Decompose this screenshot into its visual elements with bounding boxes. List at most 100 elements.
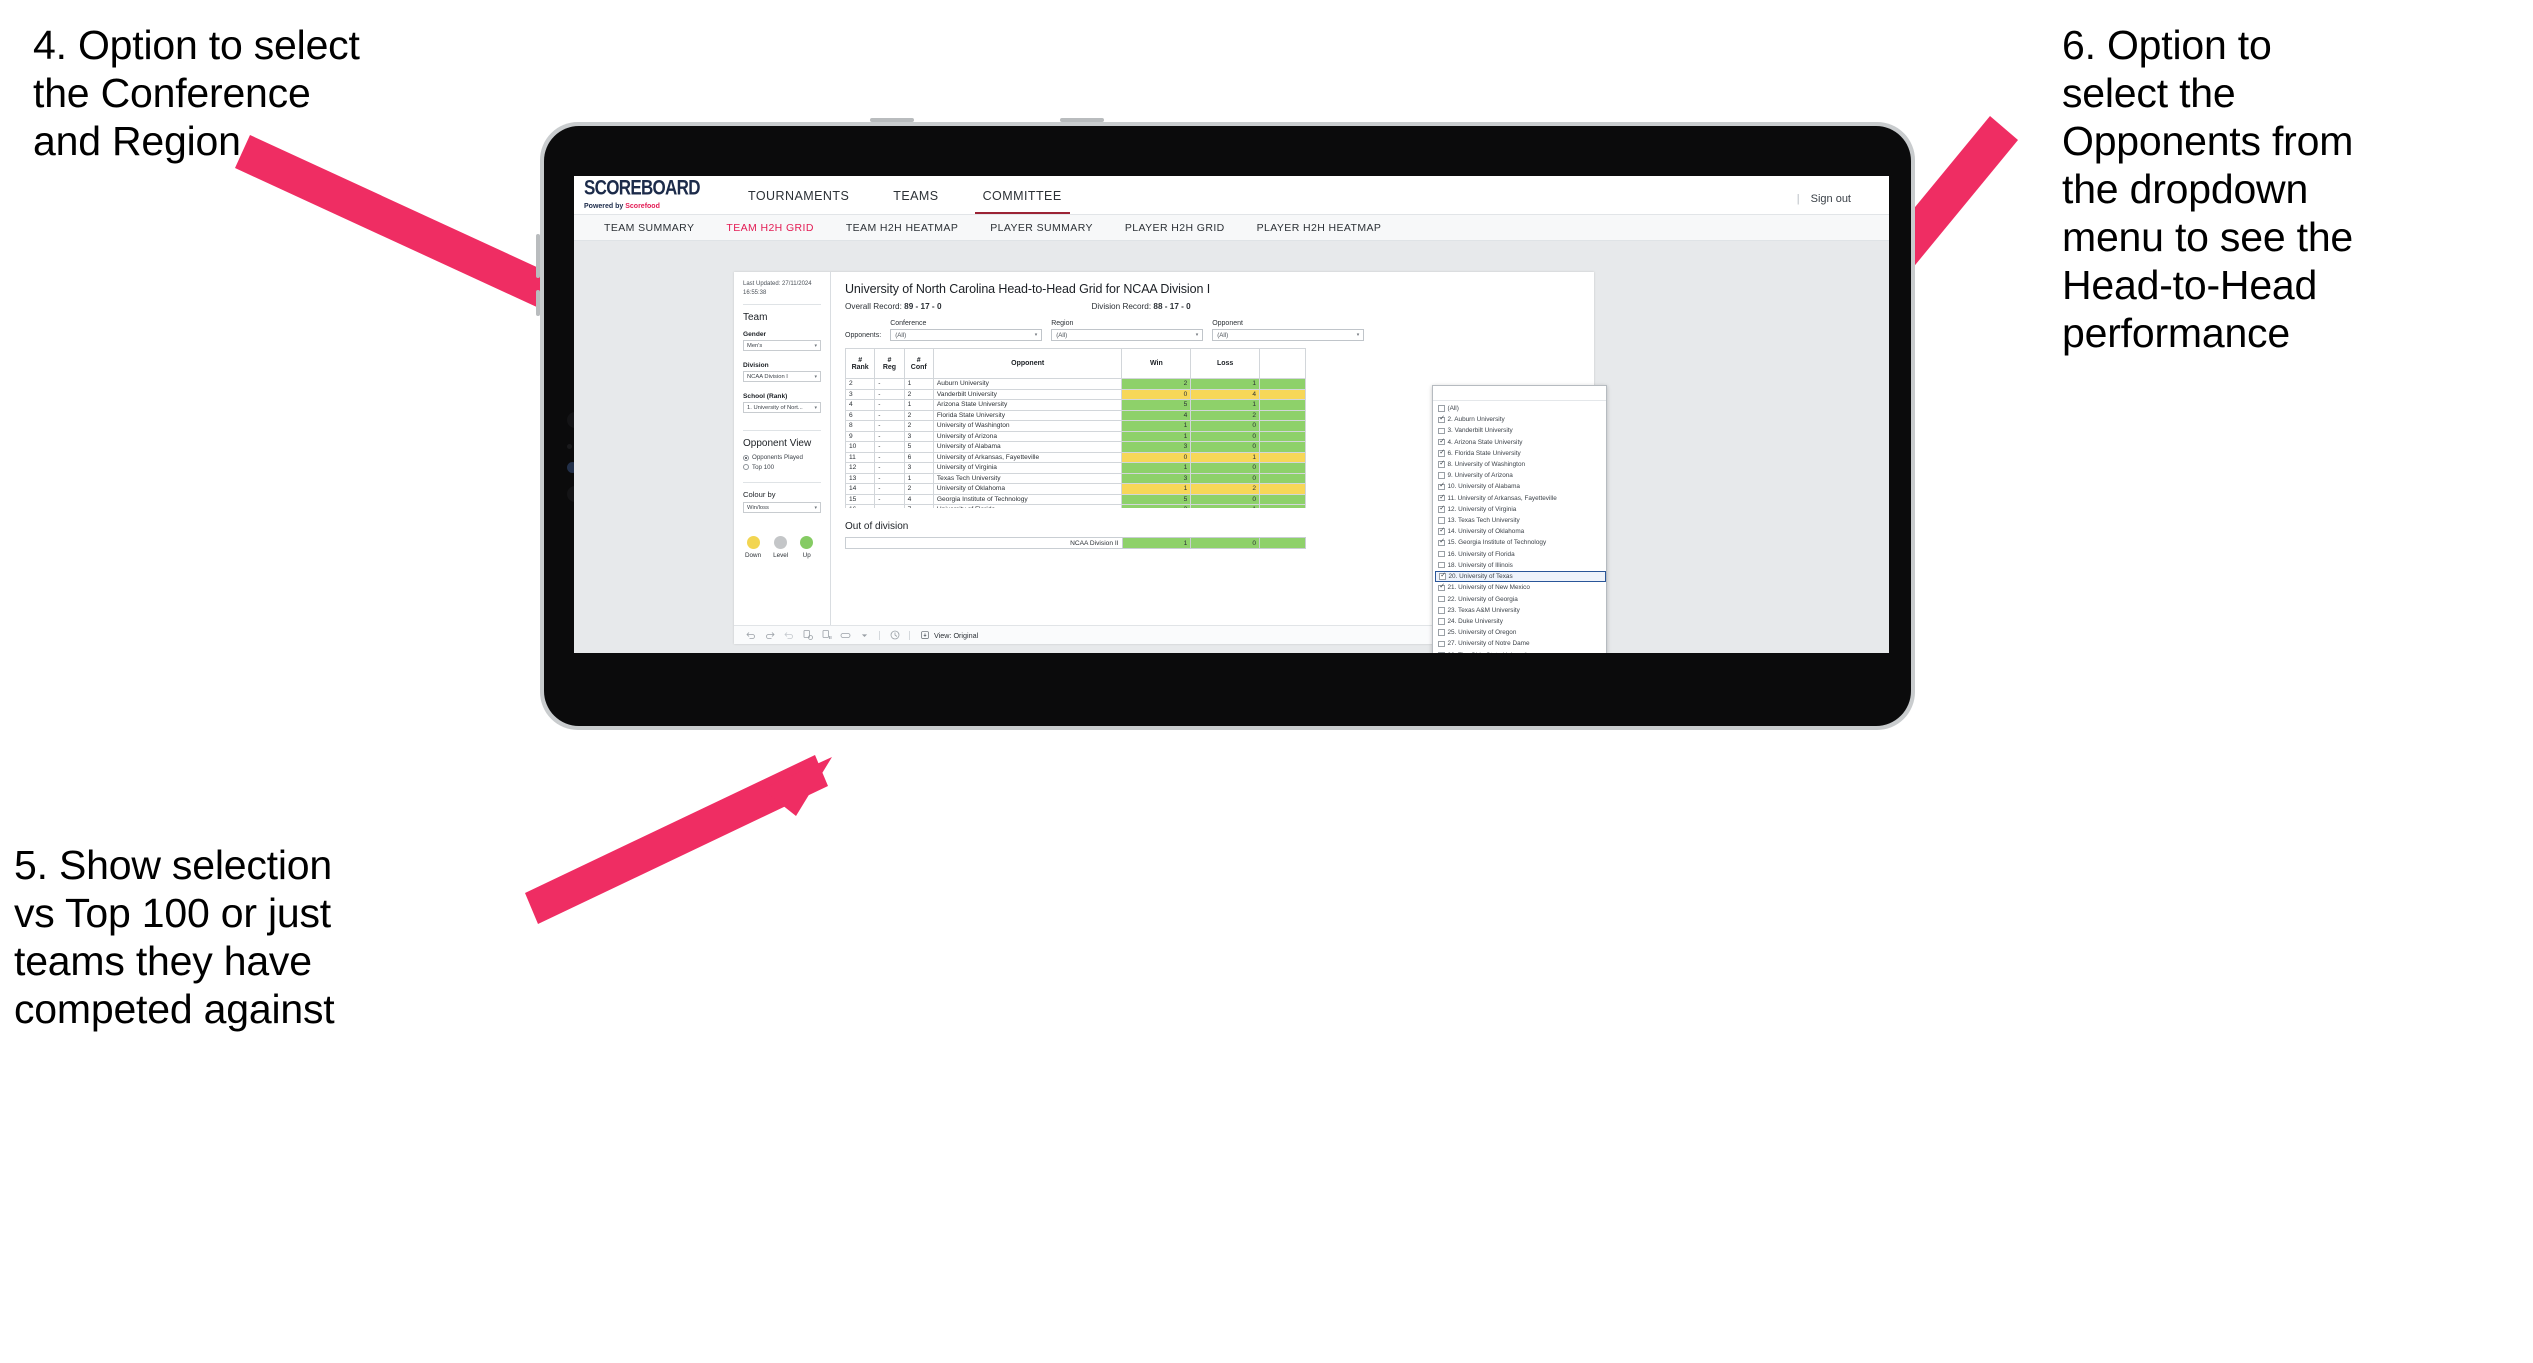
dropdown-option[interactable]: 14. University of Oklahoma xyxy=(1435,526,1606,537)
dropdown-option-list[interactable]: (All) 2. Auburn University 3. Vanderbilt U… xyxy=(1433,401,1606,653)
gender-select[interactable]: Men's ▾ xyxy=(743,340,821,352)
checkbox-unchecked-icon[interactable] xyxy=(1438,517,1445,524)
dropdown-search-input[interactable] xyxy=(1433,386,1606,401)
radio-opponents-played[interactable]: Opponents Played xyxy=(743,454,821,461)
subnav-player-h2h-heatmap[interactable]: PLAYER H2H HEATMAP xyxy=(1241,222,1398,234)
table-row[interactable]: 12-3 University of Virginia 1 0 xyxy=(845,462,1306,474)
checkbox-unchecked-icon[interactable] xyxy=(1438,629,1445,636)
dropdown-option[interactable]: 20. University of Texas xyxy=(1435,570,1606,583)
dropdown-option[interactable]: 15. Georgia Institute of Technology xyxy=(1435,537,1606,548)
history-clock-icon[interactable] xyxy=(885,626,904,645)
subnav-team-h2h-heatmap[interactable]: TEAM H2H HEATMAP xyxy=(830,222,974,234)
region-select[interactable]: (All) ▾ xyxy=(1051,329,1204,341)
refresh-data-icon[interactable] xyxy=(798,626,817,645)
dropdown-option[interactable]: 11. University of Arkansas, Fayetteville xyxy=(1435,493,1606,504)
opponent-select[interactable]: (All) ▾ xyxy=(1212,329,1365,341)
dropdown-option[interactable]: 6. Florida State University xyxy=(1435,448,1606,459)
view-original-button[interactable]: View: Original xyxy=(920,630,978,640)
table-row[interactable]: 6-2 Florida State University 4 2 xyxy=(845,409,1306,421)
checkbox-checked-icon[interactable] xyxy=(1438,460,1445,468)
checkbox-checked-icon[interactable] xyxy=(1438,415,1445,424)
subnav-player-h2h-grid[interactable]: PLAYER H2H GRID xyxy=(1109,222,1241,234)
dropdown-option[interactable]: 3. Vanderbilt University xyxy=(1435,425,1606,436)
volume-up-button[interactable] xyxy=(536,234,540,278)
table-row[interactable]: 8-2 University of Washington 1 0 xyxy=(845,420,1306,432)
undo-icon[interactable] xyxy=(741,626,760,645)
checkbox-checked-icon[interactable] xyxy=(1438,494,1445,502)
dropdown-option[interactable]: 10. University of Alabama xyxy=(1435,481,1606,492)
cell-reg: - xyxy=(874,388,905,400)
checkbox-unchecked-icon[interactable] xyxy=(1438,618,1445,625)
checkbox-checked-icon[interactable] xyxy=(1438,584,1445,592)
dropdown-option[interactable]: 24. Duke University xyxy=(1435,616,1606,627)
conference-select[interactable]: (All) ▾ xyxy=(890,329,1043,341)
table-row[interactable]: 4-1 Arizona State University 5 1 xyxy=(845,399,1306,411)
dropdown-option[interactable]: 25. University of Oregon xyxy=(1435,627,1606,638)
checkbox-unchecked-icon[interactable] xyxy=(1438,472,1445,479)
subnav-team-h2h-grid[interactable]: TEAM H2H GRID xyxy=(710,222,829,234)
revert-icon[interactable] xyxy=(779,626,798,645)
table-row[interactable]: 15-4 Georgia Institute of Technology 5 0 xyxy=(845,493,1306,505)
redo-icon[interactable] xyxy=(760,626,779,645)
dropdown-option[interactable]: 23. Texas A&M University xyxy=(1435,605,1606,616)
pause-auto-update-icon[interactable] xyxy=(817,626,836,645)
dropdown-option[interactable]: 18. University of Illinois xyxy=(1435,560,1606,571)
checkbox-checked-icon[interactable] xyxy=(1438,505,1445,513)
sign-out-link[interactable]: Sign out xyxy=(1811,193,1851,205)
table-row[interactable]: 10-5 University of Alabama 3 0 xyxy=(845,441,1306,453)
table-row[interactable]: 9-3 University of Arizona 1 0 xyxy=(845,430,1306,442)
share-icon[interactable] xyxy=(836,626,855,645)
dropdown-option[interactable]: 4. Arizona State University xyxy=(1435,437,1606,448)
dropdown-option[interactable]: 27. University of Notre Dame xyxy=(1435,638,1606,649)
dropdown-option[interactable]: 8. University of Washington xyxy=(1435,459,1606,470)
checkbox-checked-icon[interactable] xyxy=(1438,483,1445,491)
checkbox-checked-icon[interactable] xyxy=(1438,538,1445,547)
table-row[interactable]: 3-2 Vanderbilt University 0 4 xyxy=(845,388,1306,400)
checkbox-unchecked-icon[interactable] xyxy=(1438,640,1445,648)
table-row[interactable]: 2-1 Auburn University 2 1 xyxy=(845,378,1306,390)
dropdown-option[interactable]: 22. University of Georgia xyxy=(1435,594,1606,605)
table-row[interactable]: 14-2 University of Oklahoma 1 2 xyxy=(845,483,1306,495)
dropdown-option[interactable]: 28. The Ohio State University xyxy=(1435,649,1606,653)
radio-on-icon xyxy=(743,454,749,461)
dropdown-option[interactable]: 13. Texas Tech University xyxy=(1435,515,1606,526)
checkbox-checked-icon[interactable] xyxy=(1438,438,1445,446)
ood-loss: 0 xyxy=(1190,537,1261,549)
table-row[interactable]: 13-1 Texas Tech University 3 0 xyxy=(845,472,1306,484)
cell-extra xyxy=(1259,399,1306,411)
opponent-dropdown-panel[interactable]: (All) 2. Auburn University 3. Vanderbilt U… xyxy=(1432,385,1607,653)
checkbox-checked-icon[interactable] xyxy=(1438,449,1445,457)
school-rank-select[interactable]: 1. University of Nort... ▾ xyxy=(743,402,821,414)
checkbox-unchecked-icon[interactable] xyxy=(1438,550,1445,558)
logo-wordmark: SCOREBOARD xyxy=(584,176,700,200)
division-select[interactable]: NCAA Division I ▾ xyxy=(743,371,821,383)
colour-by-select[interactable]: Win/loss ▾ xyxy=(743,502,821,514)
legend-item-level: Level xyxy=(773,536,788,559)
checkbox-unchecked-icon[interactable] xyxy=(1438,607,1445,614)
table-row[interactable]: 16-7University of Florida31 xyxy=(845,504,1306,508)
volume-down-button[interactable] xyxy=(536,290,540,316)
radio-top-100[interactable]: Top 100 xyxy=(743,464,821,471)
checkbox-unchecked-icon[interactable] xyxy=(1438,405,1445,412)
checkbox-unchecked-icon[interactable] xyxy=(1438,651,1445,653)
view-original-label: View: Original xyxy=(934,630,979,640)
checkbox-unchecked-icon[interactable] xyxy=(1438,427,1445,435)
dropdown-option[interactable]: 2. Auburn University xyxy=(1435,414,1606,425)
subnav-player-summary[interactable]: PLAYER SUMMARY xyxy=(974,222,1109,234)
dropdown-option[interactable]: 16. University of Florida xyxy=(1435,548,1606,559)
dropdown-option[interactable]: 12. University of Virginia xyxy=(1435,504,1606,515)
checkbox-checked-icon[interactable] xyxy=(1438,527,1445,535)
nav-item-tournaments[interactable]: TOURNAMENTS xyxy=(726,189,871,214)
subnav-team-summary[interactable]: TEAM SUMMARY xyxy=(588,222,710,234)
chevron-down-icon[interactable] xyxy=(855,626,874,645)
dropdown-option[interactable]: 21. University of New Mexico xyxy=(1435,582,1606,593)
checkbox-unchecked-icon[interactable] xyxy=(1438,561,1445,569)
checkbox-checked-icon[interactable] xyxy=(1439,572,1446,580)
scoreboard-logo[interactable]: SCOREBOARD Powered by Scorefood xyxy=(584,177,704,214)
checkbox-unchecked-icon[interactable] xyxy=(1438,595,1445,603)
table-row[interactable]: 11-6 University of Arkansas, Fayetteville… xyxy=(845,451,1306,463)
nav-item-teams[interactable]: TEAMS xyxy=(871,189,960,214)
nav-item-committee[interactable]: COMMITTEE xyxy=(961,189,1084,214)
dropdown-option[interactable]: 9. University of Arizona xyxy=(1435,470,1606,481)
dropdown-option[interactable]: (All) xyxy=(1435,403,1606,414)
